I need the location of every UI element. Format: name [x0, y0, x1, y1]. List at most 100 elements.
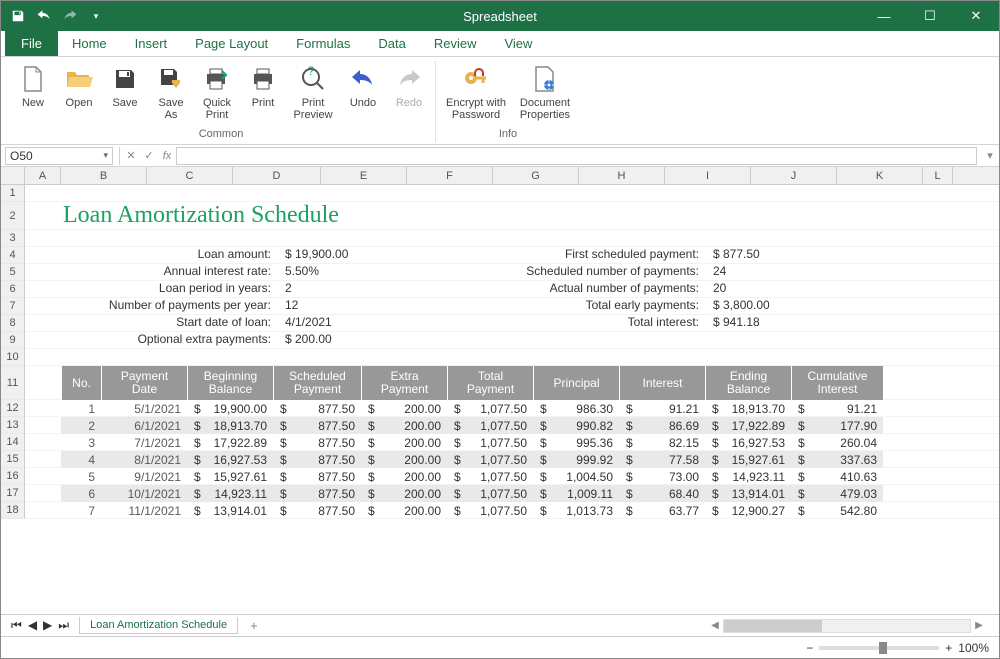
- table-cell[interactable]: $18,913.70: [705, 400, 791, 417]
- table-cell[interactable]: $200.00: [361, 451, 447, 468]
- prev-sheet-icon[interactable]: ◀: [28, 618, 37, 633]
- tab-page-layout[interactable]: Page Layout: [181, 31, 282, 56]
- row-header[interactable]: 9: [1, 332, 25, 349]
- row-header[interactable]: 16: [1, 468, 25, 485]
- row-header[interactable]: 13: [1, 417, 25, 434]
- table-cell[interactable]: $877.50: [273, 434, 361, 451]
- table-cell[interactable]: 2: [61, 417, 101, 434]
- fx-icon[interactable]: fx: [158, 150, 176, 162]
- col-header[interactable]: G: [493, 167, 579, 184]
- tab-insert[interactable]: Insert: [121, 31, 182, 56]
- table-cell[interactable]: $177.90: [791, 417, 883, 434]
- row-header[interactable]: 18: [1, 502, 25, 519]
- row-header[interactable]: 4: [1, 247, 25, 264]
- table-cell[interactable]: $1,077.50: [447, 400, 533, 417]
- row-header[interactable]: 12: [1, 400, 25, 417]
- table-cell[interactable]: $19,900.00: [187, 400, 273, 417]
- table-cell[interactable]: $337.63: [791, 451, 883, 468]
- table-cell[interactable]: $1,077.50: [447, 417, 533, 434]
- table-cell[interactable]: $14,923.11: [705, 468, 791, 485]
- table-cell[interactable]: $17,922.89: [187, 434, 273, 451]
- col-header[interactable]: I: [665, 167, 751, 184]
- table-cell[interactable]: 7: [61, 502, 101, 519]
- sheet-tab[interactable]: Loan Amortization Schedule: [79, 617, 238, 634]
- table-cell[interactable]: $877.50: [273, 400, 361, 417]
- col-header[interactable]: C: [147, 167, 233, 184]
- table-cell[interactable]: $995.36: [533, 434, 619, 451]
- table-cell[interactable]: $73.00: [619, 468, 705, 485]
- tab-home[interactable]: Home: [58, 31, 121, 56]
- table-cell[interactable]: 11/1/2021: [101, 502, 187, 519]
- first-sheet-icon[interactable]: ⏮: [11, 618, 22, 633]
- table-cell[interactable]: $16,927.53: [705, 434, 791, 451]
- table-cell[interactable]: $877.50: [273, 451, 361, 468]
- enter-formula-icon[interactable]: ✓: [140, 149, 158, 162]
- table-cell[interactable]: $13,914.01: [705, 485, 791, 502]
- save-button[interactable]: Save: [103, 61, 147, 123]
- table-cell[interactable]: $17,922.89: [705, 417, 791, 434]
- save-as-button[interactable]: Save As: [149, 61, 193, 123]
- table-cell[interactable]: $1,009.11: [533, 485, 619, 502]
- table-cell[interactable]: $68.40: [619, 485, 705, 502]
- row-header[interactable]: 5: [1, 264, 25, 281]
- tab-review[interactable]: Review: [420, 31, 491, 56]
- table-cell[interactable]: $877.50: [273, 417, 361, 434]
- last-sheet-icon[interactable]: ⏭: [58, 618, 69, 633]
- sheet-area[interactable]: ABCDEFGHIJKL 12Loan Amortization Schedul…: [1, 167, 999, 614]
- tab-data[interactable]: Data: [364, 31, 419, 56]
- qat-undo-icon[interactable]: [33, 5, 55, 27]
- row-header[interactable]: 15: [1, 451, 25, 468]
- open-button[interactable]: Open: [57, 61, 101, 123]
- table-cell[interactable]: 6: [61, 485, 101, 502]
- table-cell[interactable]: 10/1/2021: [101, 485, 187, 502]
- qat-redo-icon[interactable]: [59, 5, 81, 27]
- table-cell[interactable]: $91.21: [619, 400, 705, 417]
- table-cell[interactable]: $200.00: [361, 434, 447, 451]
- zoom-out-button[interactable]: −: [806, 641, 813, 655]
- zoom-in-button[interactable]: +: [945, 641, 952, 655]
- table-cell[interactable]: $1,004.50: [533, 468, 619, 485]
- tab-formulas[interactable]: Formulas: [282, 31, 364, 56]
- table-cell[interactable]: $15,927.61: [187, 468, 273, 485]
- name-box[interactable]: O50▾: [5, 147, 113, 165]
- qat-customize-icon[interactable]: ▾: [85, 5, 107, 27]
- table-cell[interactable]: $200.00: [361, 417, 447, 434]
- cancel-formula-icon[interactable]: ✕: [122, 149, 140, 162]
- table-cell[interactable]: 8/1/2021: [101, 451, 187, 468]
- table-cell[interactable]: $200.00: [361, 485, 447, 502]
- table-cell[interactable]: $13,914.01: [187, 502, 273, 519]
- row-header[interactable]: 3: [1, 230, 25, 247]
- table-cell[interactable]: 3: [61, 434, 101, 451]
- print-preview-button[interactable]: ?Print Preview: [287, 61, 339, 123]
- row-header[interactable]: 11: [1, 366, 25, 400]
- tab-view[interactable]: View: [490, 31, 546, 56]
- table-cell[interactable]: $1,077.50: [447, 434, 533, 451]
- table-cell[interactable]: $479.03: [791, 485, 883, 502]
- row-header[interactable]: 1: [1, 185, 25, 202]
- new-button[interactable]: New: [11, 61, 55, 123]
- row-header[interactable]: 6: [1, 281, 25, 298]
- table-cell[interactable]: $63.77: [619, 502, 705, 519]
- table-cell[interactable]: $82.15: [619, 434, 705, 451]
- table-cell[interactable]: 1: [61, 400, 101, 417]
- col-header[interactable]: D: [233, 167, 321, 184]
- close-button[interactable]: ✕: [953, 1, 999, 31]
- row-header[interactable]: 14: [1, 434, 25, 451]
- row-header[interactable]: 2: [1, 202, 25, 230]
- table-cell[interactable]: $877.50: [273, 468, 361, 485]
- formula-input[interactable]: [176, 147, 977, 165]
- next-sheet-icon[interactable]: ▶: [43, 618, 52, 633]
- table-cell[interactable]: $999.92: [533, 451, 619, 468]
- table-cell[interactable]: $16,927.53: [187, 451, 273, 468]
- table-cell[interactable]: $18,913.70: [187, 417, 273, 434]
- table-cell[interactable]: $877.50: [273, 502, 361, 519]
- col-header[interactable]: A: [25, 167, 61, 184]
- encrypt-button[interactable]: Encrypt with Password: [440, 61, 512, 123]
- col-header[interactable]: H: [579, 167, 665, 184]
- table-cell[interactable]: $986.30: [533, 400, 619, 417]
- table-cell[interactable]: $200.00: [361, 400, 447, 417]
- table-cell[interactable]: $200.00: [361, 502, 447, 519]
- zoom-slider[interactable]: [819, 646, 939, 650]
- col-header[interactable]: L: [923, 167, 953, 184]
- table-cell[interactable]: 4: [61, 451, 101, 468]
